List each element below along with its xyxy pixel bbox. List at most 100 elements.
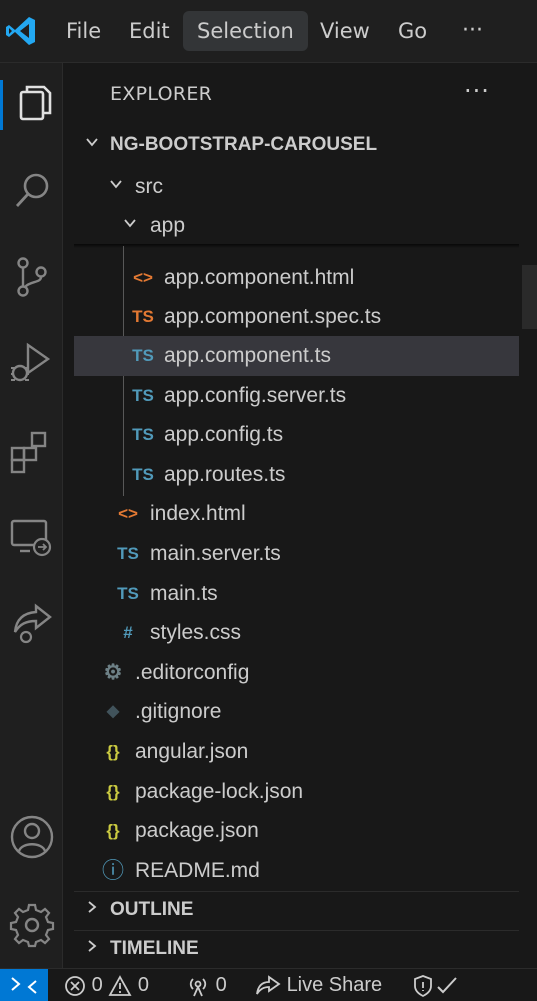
warning-count: 0: [137, 974, 149, 996]
file-row[interactable]: {} angular.json: [74, 732, 519, 772]
html-file-icon: <>: [133, 268, 153, 287]
explorer-title: EXPLORER: [110, 83, 213, 105]
file-name: app.component.ts: [164, 344, 331, 367]
file-row[interactable]: {} package-lock.json: [74, 772, 519, 812]
folder-label: src: [135, 175, 163, 198]
typescript-file-icon: TS: [132, 425, 154, 444]
file-row[interactable]: TS app.config.server.ts: [74, 376, 519, 416]
run-debug-icon[interactable]: [6, 337, 58, 389]
remote-explorer-icon[interactable]: [6, 511, 58, 563]
menu-view[interactable]: View: [306, 11, 384, 51]
file-name: index.html: [150, 502, 246, 525]
broadcast-icon: [189, 978, 207, 997]
json-file-icon: {}: [106, 821, 120, 840]
chevron-down-icon: [117, 206, 143, 246]
file-row[interactable]: TS main.ts: [74, 574, 519, 614]
file-row[interactable]: ⚙ .editorconfig: [74, 653, 519, 693]
json-file-icon: {}: [106, 742, 120, 761]
file-row[interactable]: ⓘ README.md: [74, 851, 519, 891]
file-name: package-lock.json: [135, 780, 304, 803]
chevron-right-icon: [74, 892, 110, 928]
file-name: package.json: [135, 819, 259, 842]
extensions-icon[interactable]: [6, 425, 58, 477]
project-name: NG-BOOTSTRAP-CAROUSEL: [110, 134, 378, 155]
chevron-down-icon: [74, 127, 110, 163]
file-name: main.ts: [150, 582, 218, 605]
outline-section-header[interactable]: OUTLINE: [74, 891, 519, 927]
folder-label: app: [150, 214, 186, 237]
status-bar: 0 0 0 Live Share: [0, 968, 537, 1001]
file-row[interactable]: <> app.component.html: [74, 258, 519, 298]
menu-edit[interactable]: Edit: [115, 11, 184, 51]
chevron-right-icon: [74, 931, 110, 967]
error-count: 0: [91, 974, 103, 996]
file-name: app.routes.ts: [164, 463, 286, 486]
typescript-file-icon: TS: [132, 346, 154, 365]
file-name: app.config.ts: [164, 423, 284, 446]
shield-check-icon: [414, 974, 457, 997]
problems-button[interactable]: 0 0: [64, 969, 149, 1001]
error-icon: [65, 975, 85, 996]
file-name: .editorconfig: [135, 661, 250, 684]
css-file-icon: #: [123, 623, 133, 642]
active-view-indicator: [0, 80, 3, 130]
typescript-file-icon: TS: [132, 386, 154, 405]
project-folder-header[interactable]: NG-BOOTSTRAP-CAROUSEL: [74, 127, 519, 163]
settings-gear-icon[interactable]: [6, 899, 58, 951]
warning-icon: [108, 974, 132, 996]
live-share-icon[interactable]: [6, 597, 58, 649]
sidebar-scrollbar[interactable]: [519, 63, 537, 968]
timeline-section-header[interactable]: TIMELINE: [74, 930, 519, 966]
info-file-icon: ⓘ: [101, 858, 124, 883]
remote-icon: [11, 977, 37, 994]
menu-go[interactable]: Go: [384, 11, 441, 51]
file-row-selected[interactable]: TS app.component.ts: [74, 336, 519, 376]
outline-label: OUTLINE: [110, 899, 194, 920]
file-row[interactable]: TS app.config.ts: [74, 415, 519, 455]
search-icon[interactable]: [6, 165, 58, 217]
file-name: app.config.server.ts: [164, 384, 347, 407]
json-file-icon: {}: [106, 782, 120, 801]
title-bar: File Edit Selection View Go ···: [0, 0, 537, 63]
file-name: styles.css: [150, 621, 242, 644]
file-row[interactable]: TS main.server.ts: [74, 534, 519, 574]
file-name: angular.json: [135, 740, 249, 763]
file-name: README.md: [135, 859, 260, 882]
chevron-down-icon: [103, 167, 129, 207]
timeline-label: TIMELINE: [110, 938, 199, 959]
ports-button[interactable]: 0: [186, 969, 227, 1001]
file-row[interactable]: TS app.component.spec.ts: [74, 297, 519, 337]
scrollbar-thumb[interactable]: [522, 265, 537, 329]
explorer-more-actions-button[interactable]: ···: [464, 77, 490, 105]
folder-src[interactable]: src: [74, 167, 519, 207]
file-name: app.component.html: [164, 266, 355, 289]
live-share-label: Live Share: [286, 974, 383, 996]
menu-file[interactable]: File: [52, 11, 115, 51]
menu-overflow-button[interactable]: ···: [448, 11, 497, 51]
git-file-icon: ◆: [106, 703, 120, 720]
sticky-scroll-shadow: [74, 244, 519, 248]
explorer-icon[interactable]: [6, 79, 58, 131]
typescript-file-icon: TS: [132, 465, 154, 484]
settings-file-icon: ⚙: [103, 661, 123, 684]
file-name: main.server.ts: [150, 542, 281, 565]
folder-app[interactable]: app: [74, 206, 519, 246]
activity-bar: [0, 63, 63, 968]
live-share-button[interactable]: Live Share: [255, 969, 382, 1001]
file-name: .gitignore: [135, 700, 222, 723]
remote-indicator-button[interactable]: [0, 969, 48, 1001]
file-row[interactable]: <> index.html: [74, 494, 519, 534]
file-name: app.component.spec.ts: [164, 305, 382, 328]
typescript-file-icon: TS: [117, 544, 139, 563]
typescript-spec-file-icon: TS: [132, 307, 154, 326]
account-icon[interactable]: [6, 811, 58, 863]
file-row[interactable]: # styles.css: [74, 613, 519, 653]
source-control-icon[interactable]: [6, 251, 58, 303]
file-row[interactable]: {} package.json: [74, 811, 519, 851]
file-row[interactable]: TS app.routes.ts: [74, 455, 519, 495]
explorer-sidebar: EXPLORER ··· NG-BOOTSTRAP-CAROUSEL src a…: [74, 63, 519, 968]
copilot-status-button[interactable]: [412, 969, 460, 1001]
live-share-icon: [256, 974, 281, 995]
file-row[interactable]: ◆ .gitignore: [74, 692, 519, 732]
menu-selection[interactable]: Selection: [183, 11, 308, 51]
